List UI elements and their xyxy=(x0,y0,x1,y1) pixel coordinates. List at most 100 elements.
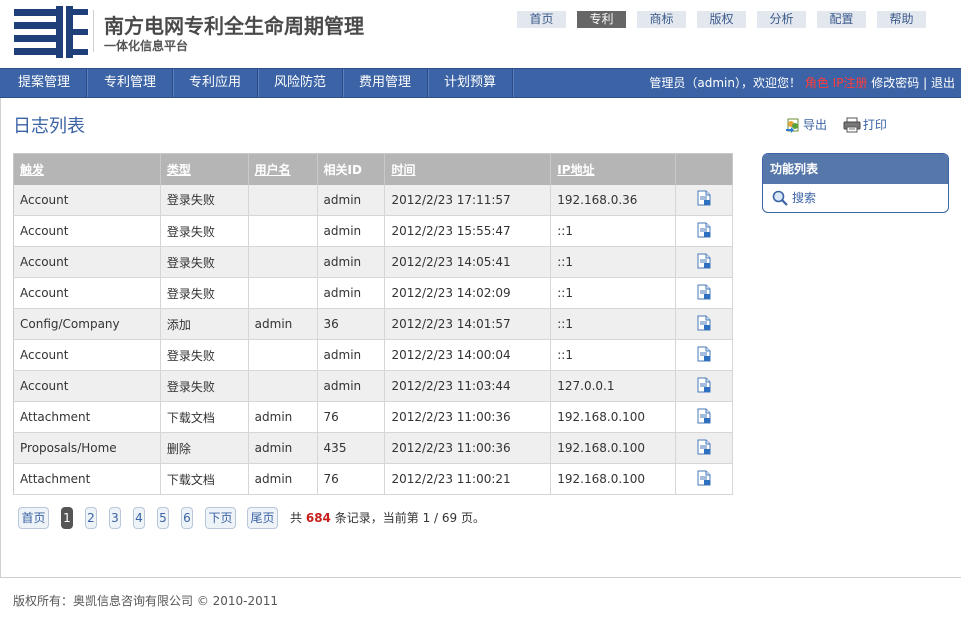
cell-actions xyxy=(675,432,733,464)
search-function-link[interactable]: 搜索 xyxy=(763,184,948,212)
topnav-analysis[interactable]: 分析 xyxy=(757,11,806,28)
export-label: 导出 xyxy=(803,118,828,132)
document-detail-icon[interactable] xyxy=(696,377,712,393)
cell-trigger: Attachment xyxy=(13,463,161,495)
cell-trigger: Config/Company xyxy=(13,308,161,340)
column-header-related-id: 相关ID xyxy=(317,153,386,185)
page-title: 日志列表 xyxy=(13,116,85,137)
current-page-number: 1 xyxy=(422,511,431,525)
cell-related-id: admin xyxy=(317,370,386,402)
page-first-button[interactable]: 首页 xyxy=(18,507,49,529)
cell-ip: ::1 xyxy=(550,246,677,278)
column-header-trigger[interactable]: 触发 xyxy=(13,153,161,185)
column-header-type[interactable]: 类型 xyxy=(160,153,249,185)
cell-related-id: 76 xyxy=(317,463,386,495)
cell-related-id: 36 xyxy=(317,308,386,340)
cell-time: 2012/2/23 14:02:09 xyxy=(384,277,552,309)
document-detail-icon[interactable] xyxy=(696,439,712,455)
column-header-username[interactable]: 用户名 xyxy=(248,153,318,185)
cell-related-id: admin xyxy=(317,246,386,278)
page-4-button[interactable]: 4 xyxy=(133,507,145,529)
document-detail-icon[interactable] xyxy=(696,408,712,424)
cell-ip: ::1 xyxy=(550,215,677,247)
document-detail-icon[interactable] xyxy=(696,470,712,486)
cell-type: 添加 xyxy=(160,308,249,340)
header: 南方电网专利全生命周期管理 一体化信息平台 首页 专利 商标 版权 分析 配置 … xyxy=(0,0,961,68)
user-bar-separator: | xyxy=(923,76,928,90)
topnav-help[interactable]: 帮助 xyxy=(877,11,926,28)
function-list-panel: 功能列表 搜索 xyxy=(762,153,949,213)
export-icon xyxy=(786,118,799,133)
page-5-button[interactable]: 5 xyxy=(157,507,169,529)
footer-divider xyxy=(0,577,961,578)
nav-risk-prevention[interactable]: 风险防范 xyxy=(258,69,343,97)
copyright-footer: 版权所有：奥凯信息咨询有限公司 © 2010-2011 xyxy=(13,594,279,608)
document-detail-icon[interactable] xyxy=(696,222,712,238)
change-password-link[interactable]: 修改密码 xyxy=(871,76,919,90)
cell-type: 登录失败 xyxy=(160,215,249,247)
cell-username xyxy=(248,277,318,309)
printer-icon xyxy=(843,117,861,132)
table-row: Account 登录失败 admin 2012/2/23 15:55:47::1 xyxy=(13,215,733,247)
document-detail-icon[interactable] xyxy=(696,315,712,331)
table-row: Attachment 下载文档 admin 76 2012/2/23 11:00:21 1… xyxy=(13,463,733,495)
nav-fee-management[interactable]: 费用管理 xyxy=(343,69,428,97)
document-detail-icon[interactable] xyxy=(696,253,712,269)
cell-time: 2012/2/23 17:11:57 xyxy=(384,184,552,216)
topnav-patent[interactable]: 专利 xyxy=(577,11,626,28)
export-button[interactable]: 导出 xyxy=(785,116,827,133)
cell-time: 2012/2/23 14:00:04 xyxy=(384,339,552,371)
app-subtitle: 一体化信息平台 xyxy=(104,39,189,53)
cell-ip: 192.168.0.100 xyxy=(550,401,677,433)
total-records: 684 xyxy=(305,511,331,525)
print-button[interactable]: 打印 xyxy=(843,116,887,133)
nav-budget-plan[interactable]: 计划预算 xyxy=(428,69,513,97)
cell-username xyxy=(248,370,318,402)
ip-register-link[interactable]: IP注册 xyxy=(833,76,868,90)
cell-related-id: admin xyxy=(317,339,386,371)
topnav-trademark[interactable]: 商标 xyxy=(637,11,686,28)
column-header-time[interactable]: 时间 xyxy=(384,153,552,185)
column-header-ip[interactable]: IP地址 xyxy=(550,153,677,185)
document-detail-icon[interactable] xyxy=(696,346,712,362)
page-1-button[interactable]: 1 xyxy=(61,507,73,529)
pagination-info: 共 684 条记录，当前第 1 / 69 页。 xyxy=(290,507,485,529)
topnav-copyright[interactable]: 版权 xyxy=(697,11,746,28)
cell-ip: 192.168.0.36 xyxy=(550,184,677,216)
cell-actions xyxy=(675,184,733,216)
cell-related-id: 435 xyxy=(317,432,386,464)
user-role-link[interactable]: 角色 xyxy=(805,76,829,90)
nav-patent-application[interactable]: 专利应用 xyxy=(173,69,258,97)
cell-username: admin xyxy=(248,463,318,495)
page-next-button[interactable]: 下页 xyxy=(205,507,236,529)
page-2-button[interactable]: 2 xyxy=(85,507,97,529)
cell-trigger: Account xyxy=(13,246,161,278)
cell-actions xyxy=(675,370,733,402)
logout-link[interactable]: 退出 xyxy=(931,76,955,90)
topnav-config[interactable]: 配置 xyxy=(817,11,866,28)
cell-username xyxy=(248,339,318,371)
page-6-button[interactable]: 6 xyxy=(181,507,193,529)
cell-time: 2012/2/23 15:55:47 xyxy=(384,215,552,247)
document-detail-icon[interactable] xyxy=(696,190,712,206)
title-divider xyxy=(93,10,94,52)
cell-related-id: admin xyxy=(317,277,386,309)
nav-proposal-management[interactable]: 提案管理 xyxy=(2,69,87,97)
toolbar: 导出 打印 xyxy=(785,116,899,134)
page-3-button[interactable]: 3 xyxy=(109,507,121,529)
page-last-button[interactable]: 尾页 xyxy=(247,507,278,529)
document-detail-icon[interactable] xyxy=(696,284,712,300)
total-pages: 69 xyxy=(441,511,458,525)
cell-ip: 192.168.0.100 xyxy=(550,463,677,495)
print-label: 打印 xyxy=(862,118,887,132)
cell-username xyxy=(248,215,318,247)
cell-actions xyxy=(675,401,733,433)
cell-trigger: Account xyxy=(13,184,161,216)
topnav-home[interactable]: 首页 xyxy=(517,11,566,28)
table-row: Account 登录失败 admin 2012/2/23 14:02:09::1 xyxy=(13,277,733,309)
cell-type: 登录失败 xyxy=(160,370,249,402)
nav-patent-management[interactable]: 专利管理 xyxy=(88,69,173,97)
cell-type: 删除 xyxy=(160,432,249,464)
table-row: Account 登录失败 admin 2012/2/23 17:11:57 192.16… xyxy=(13,184,733,216)
user-bar: 管理员（admin），欢迎您！ 角色 IP注册 修改密码 | 退出 xyxy=(649,69,955,97)
